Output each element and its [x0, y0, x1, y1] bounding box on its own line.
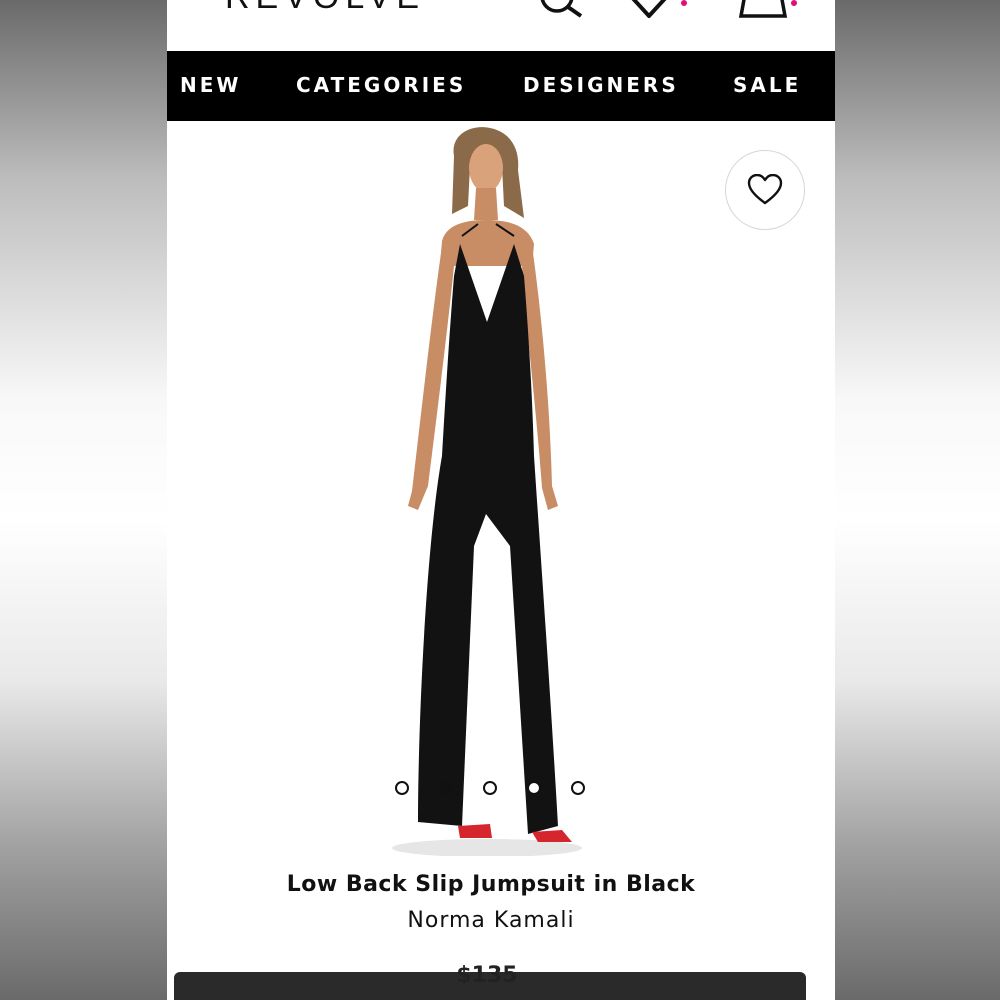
product-photo	[392, 127, 582, 856]
revolve-logo[interactable]: REVOLVE	[225, 0, 425, 17]
phone-screen: REVOLVE NEW CATEGORIES DESIGNERS SALE	[167, 0, 835, 1000]
backdrop-right	[835, 0, 1000, 1000]
carousel-indicators[interactable]	[395, 781, 595, 797]
nav-new[interactable]: NEW	[180, 73, 241, 97]
nav-designers[interactable]: DESIGNERS	[523, 73, 679, 97]
wishlist-badge	[681, 0, 687, 6]
bag-badge	[791, 0, 797, 6]
shopping-bag-icon[interactable]	[737, 0, 797, 24]
top-header: REVOLVE	[167, 0, 835, 51]
product-image-carousel[interactable]	[167, 121, 835, 861]
backdrop-left	[0, 0, 168, 1000]
wishlist-heart-icon[interactable]	[623, 0, 687, 24]
search-icon[interactable]	[539, 0, 585, 24]
product-price: $135	[456, 963, 518, 988]
product-title: Low Back Slip Jumpsuit in Black	[286, 872, 696, 897]
nav-sale[interactable]: SALE	[733, 73, 801, 97]
hamburger-icon[interactable]	[167, 0, 207, 8]
heart-outline-icon	[747, 174, 783, 205]
carousel-dot-3[interactable]	[483, 781, 497, 795]
carousel-dot-2[interactable]	[439, 781, 453, 795]
product-brand[interactable]: Norma Kamali	[167, 908, 815, 933]
favorite-button[interactable]	[725, 150, 805, 230]
carousel-dot-4[interactable]	[527, 781, 541, 795]
nav-categories[interactable]: CATEGORIES	[296, 73, 466, 97]
carousel-dot-5[interactable]	[571, 781, 585, 795]
carousel-dot-1[interactable]	[395, 781, 409, 795]
category-nav-bar: NEW CATEGORIES DESIGNERS SALE	[167, 51, 835, 121]
